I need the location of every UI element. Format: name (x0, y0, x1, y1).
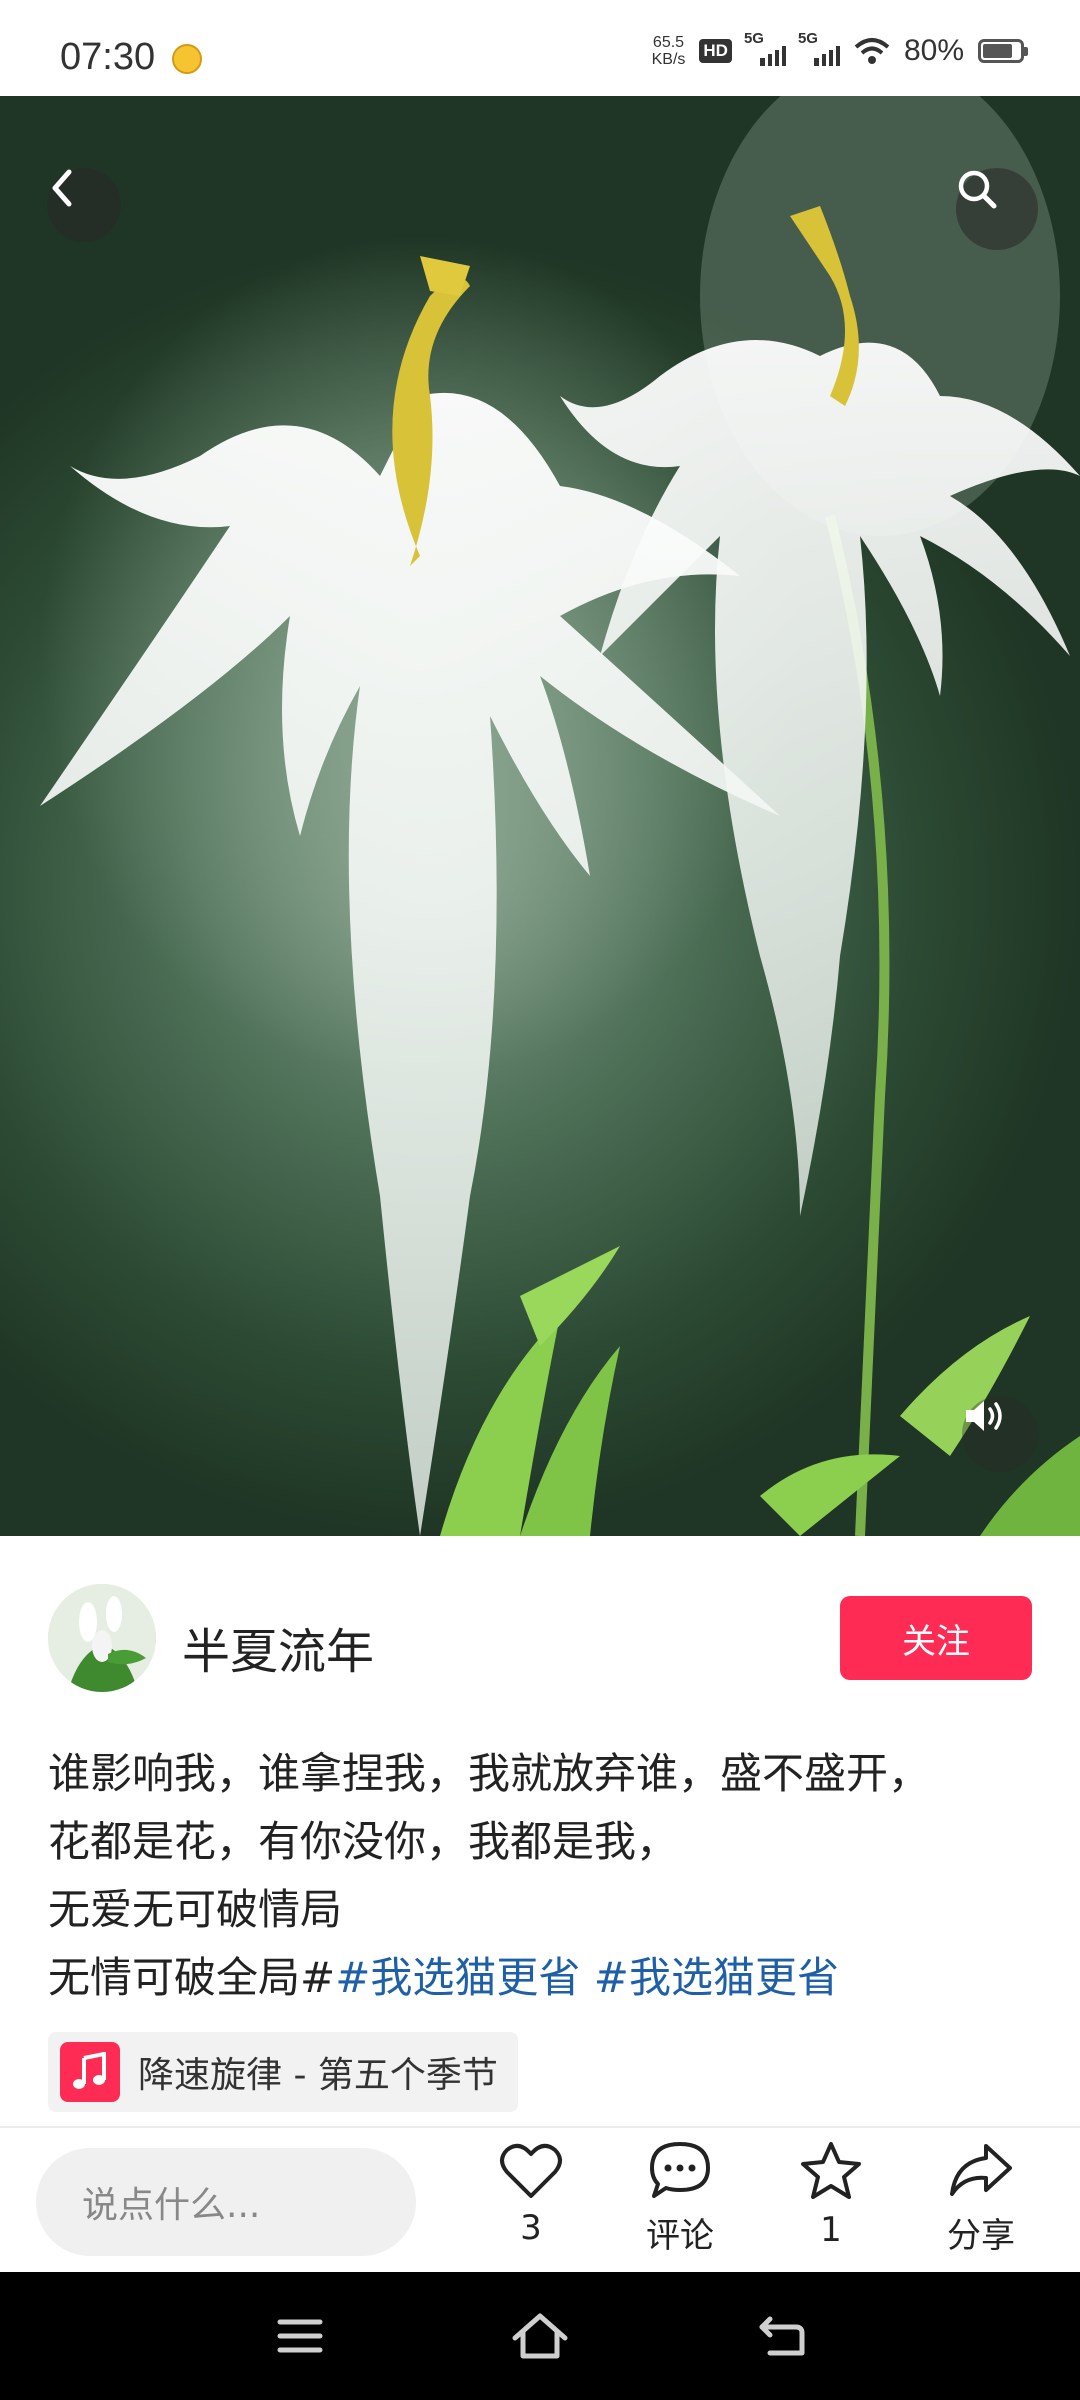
wifi-icon (854, 38, 890, 64)
search-button[interactable] (956, 168, 1038, 250)
like-button[interactable]: 3 (466, 2140, 596, 2260)
share-button[interactable]: 分享 (916, 2140, 1046, 2260)
sim1-label: 5G (743, 30, 764, 47)
avatar[interactable] (48, 1584, 156, 1692)
post-image[interactable] (0, 96, 1080, 1536)
status-bar: 07:30 65.5 KB/s HD 5G 5G 80% (0, 0, 1080, 96)
hd-voice-icon: HD (699, 39, 732, 63)
caption-line: 花都是花，有你没你，我都是我， (48, 1817, 679, 1866)
follow-button[interactable]: 关注 (840, 1596, 1032, 1680)
comment-label: 评论 (646, 2216, 714, 2256)
home-icon (512, 2313, 568, 2359)
sound-toggle-button[interactable] (962, 1396, 1038, 1472)
comment-input[interactable]: 说点什么... (36, 2148, 416, 2256)
hashtag-link[interactable]: #我选猫更省 (594, 1953, 839, 2002)
battery-percent: 80% (903, 34, 964, 67)
music-note-icon (60, 2042, 120, 2102)
divider (0, 2126, 1080, 2128)
heart-icon (500, 2143, 562, 2198)
star-icon (801, 2142, 861, 2199)
notification-emoji-icon (172, 44, 202, 74)
caption-line: 无爱无可破情局 (48, 1885, 343, 1934)
nav-menu-button[interactable] (270, 2306, 330, 2366)
music-chip[interactable]: 降速旋律 - 第五个季节 (48, 2032, 518, 2112)
network-speed: 65.5 KB/s (652, 34, 686, 68)
chat-bubble-icon (650, 2142, 710, 2198)
status-icons: 65.5 KB/s HD 5G 5G 80% (652, 30, 1028, 68)
music-title: 降速旋律 - 第五个季节 (138, 2055, 498, 2096)
caption-line: 谁影响我，谁拿捏我，我就放弃谁，盛不盛开， (48, 1749, 931, 1798)
back-button[interactable] (47, 168, 121, 242)
post-caption: 谁影响我，谁拿捏我，我就放弃谁，盛不盛开， 花都是花，有你没你，我都是我， 无爱… (48, 1740, 1032, 2012)
favorite-count: 1 (820, 2210, 842, 2250)
author-name[interactable]: 半夏流年 (182, 1612, 374, 1682)
menu-icon (277, 2319, 323, 2353)
search-icon (958, 170, 997, 209)
speaker-icon (966, 1401, 1002, 1431)
author-row: 半夏流年 关注 (48, 1584, 1032, 1694)
signal-sim2-icon: 5G (798, 30, 840, 66)
sim2-label: 5G (797, 30, 818, 47)
share-arrow-icon (950, 2144, 1012, 2196)
nav-back-button[interactable] (752, 2306, 812, 2366)
comment-button[interactable]: 评论 (615, 2140, 745, 2260)
network-speed-value: 65.5 (652, 34, 685, 51)
chevron-left-icon (52, 169, 72, 207)
system-navigation-bar (0, 2272, 1080, 2400)
battery-icon (978, 39, 1028, 63)
nav-home-button[interactable] (510, 2306, 570, 2366)
caption-text: 无情可破全局# (48, 1953, 336, 2002)
network-speed-unit: KB/s (651, 51, 686, 68)
caption-line-last: 无情可破全局##我选猫更省 #我选猫更省 (48, 1944, 1032, 2012)
share-label: 分享 (947, 2216, 1015, 2256)
avatar-image (48, 1584, 156, 1692)
like-count: 3 (520, 2208, 542, 2248)
signal-sim1-icon: 5G (744, 30, 786, 66)
status-time: 07:30 (60, 36, 156, 78)
flower-illustration (40, 96, 1080, 1536)
favorite-button[interactable]: 1 (766, 2140, 896, 2260)
back-icon (759, 2316, 805, 2356)
hashtag-link[interactable]: #我选猫更省 (335, 1953, 580, 2002)
